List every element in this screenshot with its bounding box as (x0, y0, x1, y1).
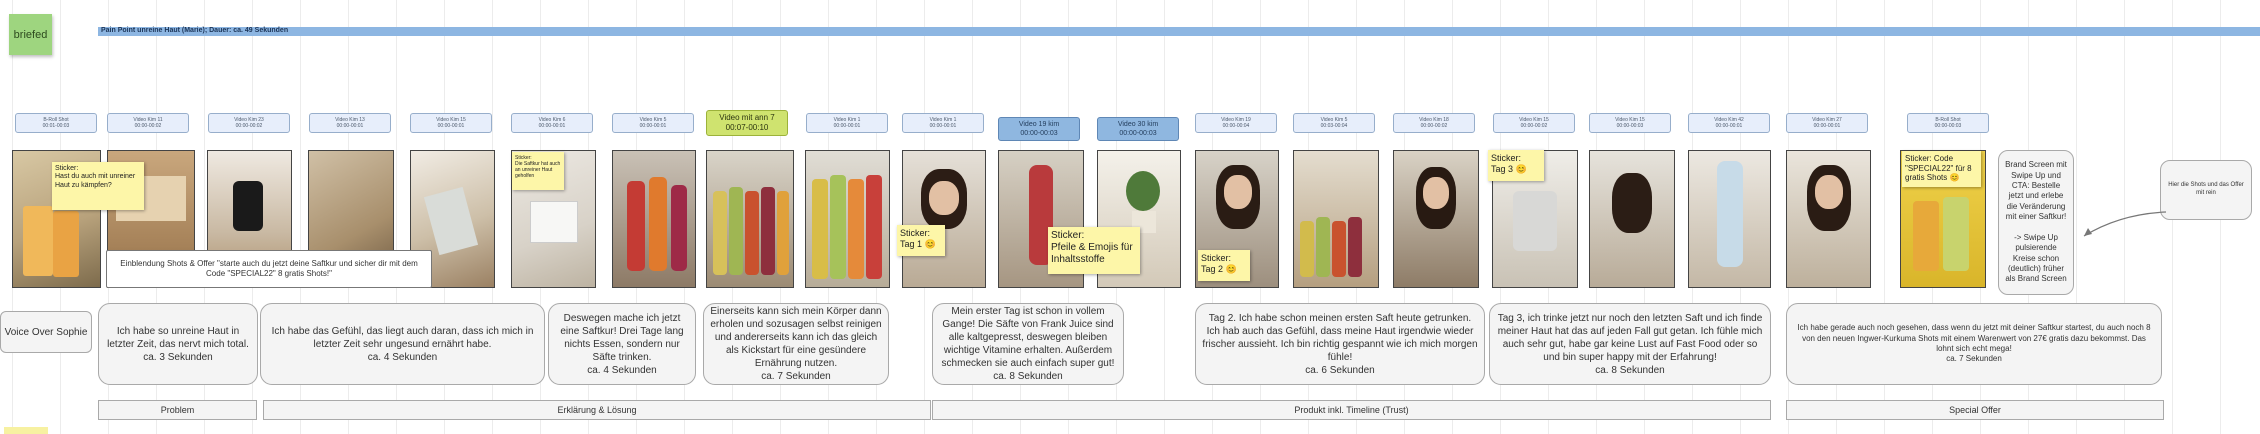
clip-label[interactable]: Video Kim 6 00:00-00:01 (511, 113, 593, 133)
clip-label[interactable]: Video Kim 19 00:00-00:04 (1195, 113, 1277, 133)
clip-label[interactable]: B-Roll Shot 00:00-00:03 (1907, 113, 1989, 133)
sticker-note[interactable]: Sticker: Die Saftkur hat auch an unreine… (512, 152, 564, 190)
section-special-offer[interactable]: Special Offer (1786, 400, 2164, 420)
section-product[interactable]: Produkt inkl. Timeline (Trust) (932, 400, 1771, 420)
clip-label[interactable]: Video Kim 23 00:00-00:02 (208, 113, 290, 133)
clip-label[interactable]: Video Kim 18 00:00-00:02 (1393, 113, 1475, 133)
end-screen-box[interactable]: Brand Screen mit Swipe Up und CTA: Beste… (1998, 150, 2074, 295)
clip-label[interactable]: Video Kim 5 00:03-00:04 (1293, 113, 1375, 133)
sticker-note[interactable]: Sticker: Pfeile & Emojis für Inhaltsstof… (1048, 227, 1140, 274)
sticker-note[interactable]: Sticker: Tag 2 😊 (1198, 250, 1250, 281)
video-frame[interactable] (706, 150, 794, 288)
clip-label-highlight[interactable]: Video mit ann 7 00:07-00:10 (706, 110, 788, 136)
sticker-note[interactable]: Sticker: Code "SPECIAL22" für 8 gratis S… (1902, 151, 1981, 187)
sticker-note[interactable]: Sticker: Tag 1 😊 (897, 225, 945, 256)
clip-label[interactable]: Video Kim 15 00:00-00:03 (1589, 113, 1671, 133)
voiceover-box[interactable]: Tag 2. Ich habe schon meinen ersten Saft… (1195, 303, 1485, 385)
clip-label[interactable]: Video Kim 15 00:00-00:01 (410, 113, 492, 133)
clip-label[interactable]: Video Kim 27 00:00-00:01 (1786, 113, 1868, 133)
side-note-box[interactable]: Hier die Shots und das Offer mit rein (2160, 160, 2252, 220)
clip-label-blue[interactable]: Video 19 kim 00:00-00:03 (998, 117, 1080, 141)
clip-label[interactable]: Video Kim 1 00:00-00:01 (902, 113, 984, 133)
pain-point-bar[interactable] (98, 27, 2260, 36)
video-frame[interactable] (1786, 150, 1871, 288)
video-frame[interactable] (805, 150, 890, 288)
video-frame[interactable] (1293, 150, 1379, 288)
clip-label[interactable]: Video Kim 1 00:00-00:01 (806, 113, 888, 133)
clip-label[interactable]: Video Kim 13 00:00-00:01 (309, 113, 391, 133)
clip-label[interactable]: Video Kim 15 00:00-00:02 (1493, 113, 1575, 133)
voiceover-box[interactable]: Einerseits kann sich mein Körper dann er… (703, 303, 889, 385)
sticky-label: briefed (13, 28, 48, 41)
clip-label[interactable]: Video Kim 42 00:00-00:01 (1688, 113, 1770, 133)
video-frame[interactable] (1589, 150, 1675, 288)
voiceover-box[interactable]: Tag 3, ich trinke jetzt nur noch den let… (1489, 303, 1771, 385)
voiceover-box[interactable]: Ich habe das Gefühl, das liegt auch dara… (260, 303, 545, 385)
offer-banner[interactable]: Einblendung Shots & Offer "starte auch d… (106, 250, 432, 288)
voiceover-box[interactable]: Mein erster Tag ist schon in vollem Gang… (932, 303, 1124, 385)
section-explanation[interactable]: Erklärung & Lösung (263, 400, 931, 420)
voiceover-box[interactable]: Deswegen mache ich jetzt eine Saftkur! D… (548, 303, 696, 385)
section-problem[interactable]: Problem (98, 400, 257, 420)
clip-label[interactable]: Video Kim 5 00:00-00:01 (612, 113, 694, 133)
voiceover-box[interactable]: Ich habe so unreine Haut in letzter Zeit… (98, 303, 258, 385)
briefed-sticky-note[interactable]: briefed (9, 14, 52, 55)
clip-label[interactable]: B-Roll Shot 00:01-00:03 (15, 113, 97, 133)
sticker-note[interactable]: Sticker: Hast du auch mit unreiner Haut … (52, 162, 144, 210)
connector-arrow (2083, 211, 2167, 237)
video-frame[interactable] (1688, 150, 1771, 288)
pain-point-title: Pain Point unreine Haut (Marie); Dauer: … (101, 27, 289, 34)
partial-sticky-note (4, 427, 48, 434)
clip-label[interactable]: Video Kim 11 00:00-00:02 (107, 113, 189, 133)
voiceover-box[interactable]: Ich habe gerade auch noch gesehen, dass … (1786, 303, 2162, 385)
video-frame[interactable] (1393, 150, 1479, 288)
video-frame[interactable] (612, 150, 696, 288)
voice-over-label: Voice Over Sophie (0, 311, 92, 353)
video-frame[interactable] (902, 150, 986, 288)
sticker-note[interactable]: Sticker: Tag 3 😊 (1488, 150, 1544, 181)
clip-label-blue[interactable]: Video 30 kim 00:00-00:03 (1097, 117, 1179, 141)
